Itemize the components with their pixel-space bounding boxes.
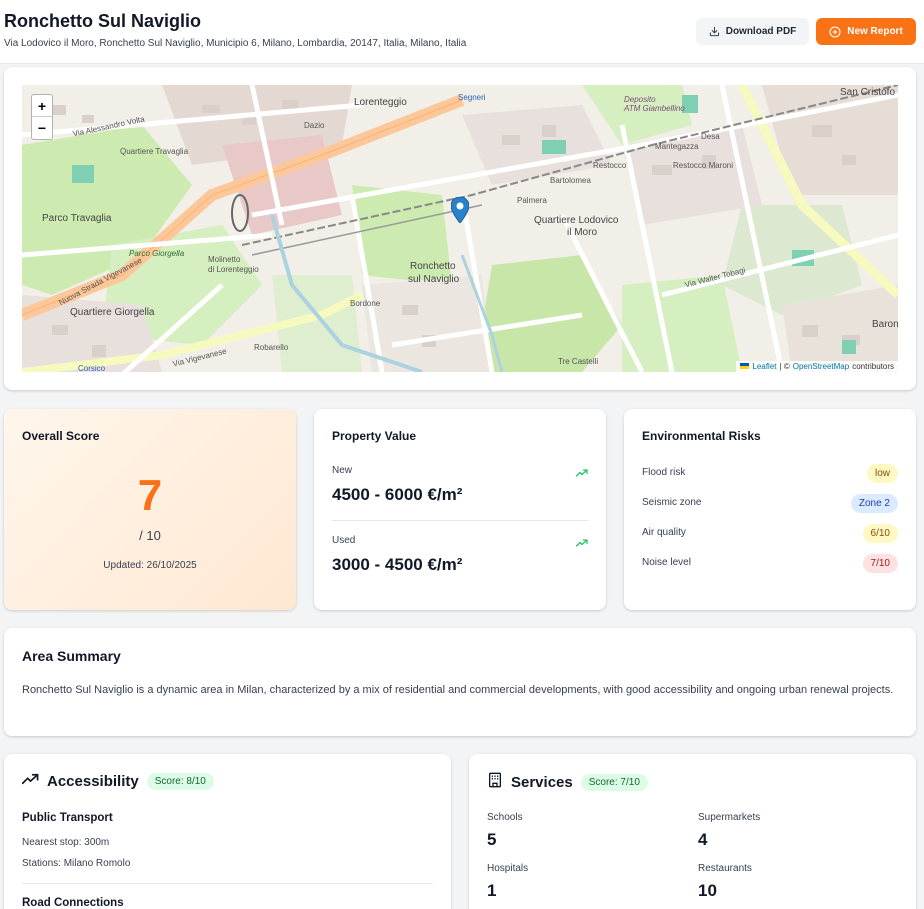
ukraine-flag-icon xyxy=(740,362,750,371)
service-label: Hospitals xyxy=(487,863,529,874)
trending-up-icon xyxy=(575,535,588,553)
map-label: Robarello xyxy=(254,343,289,352)
map-label: Ronchetto xyxy=(410,261,456,272)
download-pdf-label: Download PDF xyxy=(725,26,797,37)
map-label: Corsico xyxy=(78,364,106,372)
map-tiles xyxy=(22,85,898,372)
air-quality-badge: 6/10 xyxy=(862,524,898,543)
road-connections-title: Road Connections xyxy=(22,897,124,909)
service-value: 4 xyxy=(698,830,708,849)
zoom-control: + − xyxy=(31,94,53,140)
map-view[interactable]: Lorenteggio Segneri San Cristofo Deposit… xyxy=(22,85,898,372)
zoom-out-button[interactable]: − xyxy=(32,117,52,139)
map-label: Quartiere Lodovico xyxy=(534,215,619,226)
services-card: Services Score: 7/10 Schools 5 Supermark… xyxy=(469,754,916,909)
map-label: Bordone xyxy=(350,299,381,308)
map-label: Lorenteggio xyxy=(354,97,407,108)
download-icon xyxy=(709,26,720,37)
map-label: sul Naviglio xyxy=(408,274,460,285)
page-address: Via Lodovico il Moro, Ronchetto Sul Navi… xyxy=(4,38,467,49)
divider xyxy=(332,520,589,521)
map-label: Parco Travaglia xyxy=(42,213,112,224)
map-label: Segneri xyxy=(458,93,486,102)
property-value-title: Property Value xyxy=(332,429,417,443)
seismic-zone-label: Seismic zone xyxy=(642,497,702,508)
map-label: Bartolomea xyxy=(550,176,591,185)
service-label: Supermarkets xyxy=(698,812,761,823)
trending-up-icon xyxy=(575,465,588,483)
services-header: Services Score: 7/10 xyxy=(487,772,648,793)
map-label: Molinetto xyxy=(208,255,241,264)
services-title: Services xyxy=(511,774,573,791)
map-attribution: Leaflet | © OpenStreetMap contributors xyxy=(736,361,898,372)
map-label: il Moro xyxy=(567,227,598,238)
accessibility-score-badge: Score: 8/10 xyxy=(146,772,214,790)
map-label: Tre Castelli xyxy=(558,357,599,366)
new-report-label: New Report xyxy=(847,26,903,37)
map-label: Baron xyxy=(872,319,898,330)
overall-score-value: 7 xyxy=(137,471,163,520)
service-label: Restaurants xyxy=(698,863,752,874)
overall-score-updated: Updated: 26/10/2025 xyxy=(103,560,197,571)
flood-risk-badge: low xyxy=(866,464,898,483)
property-new-label: New xyxy=(332,465,353,476)
attribution-tail: contributors xyxy=(852,362,894,371)
zoom-in-button[interactable]: + xyxy=(32,95,52,117)
location-marker-icon[interactable] xyxy=(450,196,470,228)
air-quality-label: Air quality xyxy=(642,527,686,538)
property-value-card: Property Value New 4500 - 6000 €/m² Used… xyxy=(314,409,606,610)
property-new-value: 4500 - 6000 €/m² xyxy=(332,485,463,504)
building-icon xyxy=(487,772,503,793)
divider xyxy=(22,883,433,884)
map-label: Restocco xyxy=(593,161,627,170)
overall-score-card: Overall Score 7 / 10 Updated: 26/10/2025 xyxy=(4,409,296,610)
download-pdf-button[interactable]: Download PDF xyxy=(696,18,809,45)
trending-up-icon xyxy=(21,772,39,790)
property-used-value: 3000 - 4500 €/m² xyxy=(332,555,463,574)
seismic-zone-badge: Zone 2 xyxy=(850,494,898,513)
map-label: Quartiere Travaglia xyxy=(120,147,189,156)
flood-risk-label: Flood risk xyxy=(642,467,686,478)
map-card: Lorenteggio Segneri San Cristofo Deposit… xyxy=(4,67,916,390)
stations-text: Stations: Milano Romolo xyxy=(22,858,131,869)
accessibility-header: Accessibility Score: 8/10 xyxy=(21,772,214,790)
overall-score-max: / 10 xyxy=(139,528,161,543)
area-summary-title: Area Summary xyxy=(22,648,121,664)
noise-level-badge: 7/10 xyxy=(862,554,898,573)
service-value: 5 xyxy=(487,830,497,849)
accessibility-card: Accessibility Score: 8/10 Public Transpo… xyxy=(4,754,451,909)
public-transport-title: Public Transport xyxy=(22,812,113,824)
map-label: Quartiere Giorgella xyxy=(70,307,155,318)
map-label: Deposito xyxy=(624,95,656,104)
page-title: Ronchetto Sul Naviglio xyxy=(4,11,202,31)
services-score-badge: Score: 7/10 xyxy=(580,774,648,791)
map-label: Dazio xyxy=(304,121,325,130)
map-label: Desa xyxy=(701,132,720,141)
property-used-label: Used xyxy=(332,535,356,546)
nearest-stop-text: Nearest stop: 300m xyxy=(22,837,110,848)
area-summary-card: Area Summary Ronchetto Sul Naviglio is a… xyxy=(4,628,916,736)
page-header: Ronchetto Sul Naviglio Via Lodovico il M… xyxy=(0,0,924,64)
accessibility-title: Accessibility xyxy=(47,772,139,790)
osm-link[interactable]: OpenStreetMap xyxy=(793,362,849,371)
map-label: Restocco Maroni xyxy=(673,161,734,170)
service-value: 10 xyxy=(698,881,717,900)
map-label: di Lorenteggio xyxy=(208,265,259,274)
area-summary-text: Ronchetto Sul Naviglio is a dynamic area… xyxy=(22,684,894,696)
noise-level-label: Noise level xyxy=(642,557,691,568)
map-label: San Cristofo xyxy=(840,87,896,98)
service-value: 1 xyxy=(487,881,497,900)
overall-score-title: Overall Score xyxy=(22,429,100,443)
attribution-separator: | © xyxy=(779,362,790,371)
new-report-button[interactable]: New Report xyxy=(816,18,916,45)
leaflet-link[interactable]: Leaflet xyxy=(752,362,776,371)
map-label: Palmera xyxy=(517,196,547,205)
plus-circle-icon xyxy=(829,25,841,38)
environmental-risks-title: Environmental Risks xyxy=(642,429,761,443)
service-label: Schools xyxy=(487,812,523,823)
environmental-risks-card: Environmental Risks Flood risk low Seism… xyxy=(624,409,916,610)
map-label: Mantegazza xyxy=(655,142,699,151)
map-label: ATM Giambellino xyxy=(624,104,685,113)
